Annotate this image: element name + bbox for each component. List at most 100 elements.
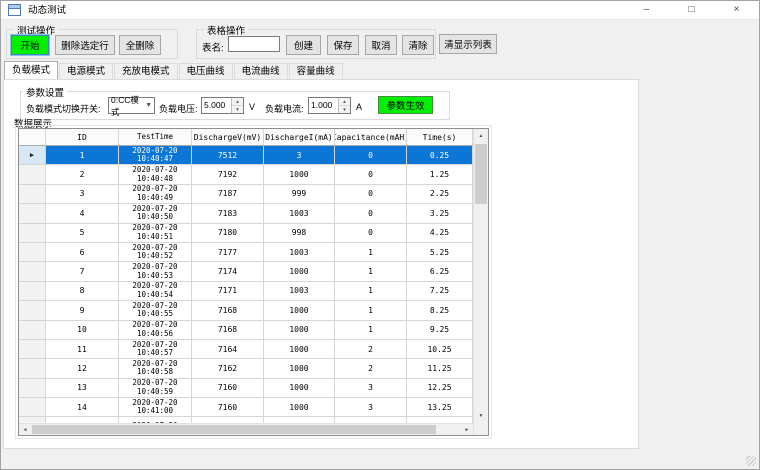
row-header-cell xyxy=(19,165,46,184)
column-header-dischargei[interactable]: DischargeI(mA) xyxy=(264,129,335,145)
tab-capacity-curve[interactable]: 容量曲线 xyxy=(288,63,343,79)
column-header-testtime[interactable]: TestTime xyxy=(119,129,192,145)
create-button[interactable]: 创建 xyxy=(286,35,321,55)
cell-id: 7 xyxy=(46,262,119,281)
cell-testtime: 2020-07-20 10:40:55 xyxy=(119,301,192,320)
cell-testtime: 2020-07-20 10:41:00 xyxy=(119,398,192,417)
spinner-down-icon[interactable]: ▼ xyxy=(339,106,350,113)
cell-time: 11.25 xyxy=(407,359,473,378)
delete-all-button[interactable]: 全删除 xyxy=(119,35,161,55)
mode-select[interactable]: 0:CC模式 ▼ xyxy=(108,95,155,117)
cell-capacitance: 1 xyxy=(335,320,407,339)
scroll-up-icon[interactable]: ▲ xyxy=(474,129,488,143)
clear-display-list-button[interactable]: 清显示列表 xyxy=(439,34,497,54)
column-header-dischargev[interactable]: DischargeV(mV) xyxy=(192,129,264,145)
cell-capacitance: 2 xyxy=(335,359,407,378)
cell-time: 12.25 xyxy=(407,378,473,398)
tab-voltage-curve[interactable]: 电压曲线 xyxy=(178,63,233,79)
cell-capacitance: 0 xyxy=(335,146,407,165)
cell-id: 2 xyxy=(46,165,119,184)
table-row[interactable]: 9 2020-07-20 10:40:55 7168 1000 1 8.25 xyxy=(19,301,473,321)
cell-capacitance: 0 xyxy=(335,184,407,204)
mode-select-value: 0:CC模式 xyxy=(111,94,139,117)
cell-capacitance: 0 xyxy=(335,165,407,184)
scroll-right-icon[interactable]: ► xyxy=(461,424,473,436)
cell-capacitance: 0 xyxy=(335,204,407,223)
load-voltage-stepper[interactable]: 5.000 ▲ ▼ xyxy=(201,97,244,114)
cell-id: 5 xyxy=(46,223,119,242)
cell-testtime: 2020-07-20 10:40:58 xyxy=(119,359,192,378)
cell-testtime: 2020-07-20 10:40:49 xyxy=(119,184,192,204)
cell-capacitance: 1 xyxy=(335,301,407,320)
selected-row-arrow-icon: ▶ xyxy=(29,151,35,160)
cell-dischargei: 1003 xyxy=(264,281,335,301)
table-row[interactable]: 7 2020-07-20 10:40:53 7174 1000 1 6.25 xyxy=(19,262,473,282)
cell-dischargev: 7177 xyxy=(192,242,264,262)
table-row[interactable]: 5 2020-07-20 10:40:51 7180 998 0 4.25 xyxy=(19,223,473,243)
parameter-settings-group: 参数设置 负载模式切换开关: 0:CC模式 ▼ 负载电压: 5.000 ▲ ▼ … xyxy=(20,85,450,120)
clear-button[interactable]: 清除 xyxy=(402,35,434,55)
row-header-cell xyxy=(19,281,46,301)
app-window: 动态测试 – □ × 测试操作 开始 删除选定行 全删除 表格操作 表名: 创建… xyxy=(0,0,760,470)
spinner-up-icon[interactable]: ▲ xyxy=(339,98,350,106)
cell-testtime: 2020-07-20 10:40:50 xyxy=(119,204,192,223)
minimize-button[interactable]: – xyxy=(624,1,669,20)
table-row[interactable]: ▶ 1 2020-07-20 10:40:47 7512 3 0 0.25 xyxy=(19,146,473,166)
spinner-up-icon[interactable]: ▲ xyxy=(232,98,243,106)
scroll-down-icon[interactable]: ▼ xyxy=(474,409,488,423)
delete-selected-row-button[interactable]: 删除选定行 xyxy=(55,35,115,55)
load-current-stepper[interactable]: 1.000 ▲ ▼ xyxy=(308,97,351,114)
test-operations-group: 测试操作 开始 删除选定行 全删除 xyxy=(6,23,178,59)
table-name-input[interactable] xyxy=(228,36,280,52)
column-header-time[interactable]: Time(s) xyxy=(407,129,473,145)
apply-parameters-button[interactable]: 参数生效 xyxy=(378,96,433,114)
cell-dischargev: 7160 xyxy=(192,398,264,417)
table-operations-label: 表格操作 xyxy=(204,23,249,37)
scroll-left-icon[interactable]: ◄ xyxy=(19,424,31,436)
parameter-settings-label: 参数设置 xyxy=(23,85,68,99)
table-row[interactable]: 2 2020-07-20 10:40:48 7192 1000 0 1.25 xyxy=(19,165,473,185)
close-button[interactable]: × xyxy=(714,1,759,20)
cell-dischargei: 1000 xyxy=(264,165,335,184)
vertical-scroll-thumb[interactable] xyxy=(475,144,487,204)
cell-time: 6.25 xyxy=(407,262,473,281)
horizontal-scroll-thumb[interactable] xyxy=(32,425,437,434)
row-header-cell xyxy=(19,339,46,359)
vertical-scrollbar[interactable]: ▲ ▼ xyxy=(473,129,488,435)
table-row[interactable]: 14 2020-07-20 10:41:00 7160 1000 3 13.25 xyxy=(19,398,473,418)
row-header-column xyxy=(19,129,46,145)
horizontal-scrollbar[interactable]: ◄ ► xyxy=(19,423,473,435)
spinner-down-icon[interactable]: ▼ xyxy=(232,106,243,113)
cell-dischargei: 1000 xyxy=(264,398,335,417)
save-button[interactable]: 保存 xyxy=(327,35,359,55)
tab-load-mode[interactable]: 负载模式 xyxy=(4,61,59,79)
column-header-capacitance[interactable]: Capacitance(mAH) xyxy=(335,129,407,145)
maximize-button[interactable]: □ xyxy=(669,1,714,20)
table-row[interactable]: 3 2020-07-20 10:40:49 7187 999 0 2.25 xyxy=(19,184,473,205)
table-row[interactable]: 12 2020-07-20 10:40:58 7162 1000 2 11.25 xyxy=(19,359,473,379)
column-header-id[interactable]: ID xyxy=(46,129,119,145)
cancel-button[interactable]: 取消 xyxy=(365,35,397,55)
cell-testtime: 2020-07-20 10:40:54 xyxy=(119,281,192,301)
table-row[interactable]: 6 2020-07-20 10:40:52 7177 1003 1 5.25 xyxy=(19,242,473,263)
table-row[interactable]: 4 2020-07-20 10:40:50 7183 1003 0 3.25 xyxy=(19,204,473,224)
tab-current-curve[interactable]: 电流曲线 xyxy=(233,63,288,79)
table-row[interactable]: 13 2020-07-20 10:40:59 7160 1000 3 12.25 xyxy=(19,378,473,399)
tab-charge-discharge-mode[interactable]: 充放电模式 xyxy=(114,63,178,79)
voltage-unit-label: V xyxy=(249,102,256,112)
cell-dischargei: 1000 xyxy=(264,378,335,398)
cell-dischargev: 7174 xyxy=(192,262,264,281)
cell-dischargei: 1000 xyxy=(264,301,335,320)
table-row[interactable]: 11 2020-07-20 10:40:57 7164 1000 2 10.25 xyxy=(19,339,473,360)
load-current-label: 负载电流: xyxy=(265,104,304,114)
cell-id: 12 xyxy=(46,359,119,378)
cell-dischargei: 1000 xyxy=(264,262,335,281)
start-button[interactable]: 开始 xyxy=(11,35,49,55)
tab-power-mode[interactable]: 电源模式 xyxy=(59,63,114,79)
table-row[interactable]: 10 2020-07-20 10:40:56 7168 1000 1 9.25 xyxy=(19,320,473,340)
table-row[interactable]: 8 2020-07-20 10:40:54 7171 1003 1 7.25 xyxy=(19,281,473,302)
cell-dischargev: 7187 xyxy=(192,184,264,204)
cell-testtime: 2020-07-20 10:40:53 xyxy=(119,262,192,281)
resize-grip[interactable] xyxy=(746,456,756,466)
row-header-cell xyxy=(19,378,46,398)
